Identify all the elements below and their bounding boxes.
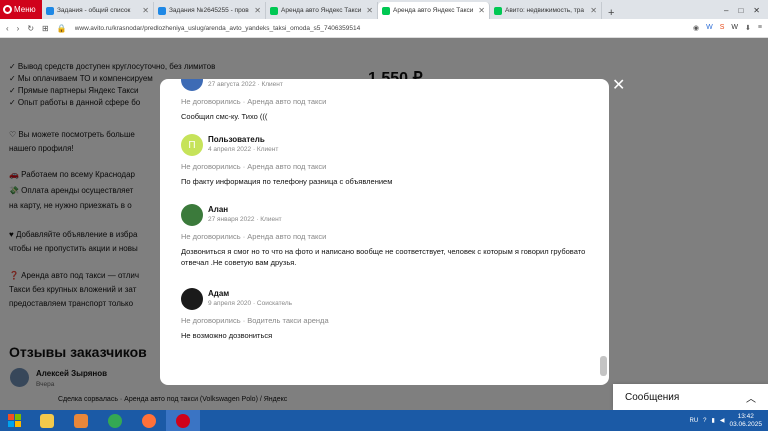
clock[interactable]: 13:42 03.06.2025 xyxy=(729,413,762,429)
review-deal: Не договорились · Аренда авто под такси xyxy=(181,162,327,171)
avatar xyxy=(181,204,203,226)
review-deal: Не договорились · Аренда авто под такси xyxy=(181,232,327,241)
review-meta: 9 апреля 2020 · Соискатель xyxy=(208,300,293,307)
tab-title: Аренда авто Яндекс Такси xyxy=(281,7,362,14)
close-modal-icon[interactable]: ✕ xyxy=(612,75,625,95)
review-text: По факту информация по телефону разница … xyxy=(181,177,393,186)
maximize-icon[interactable]: □ xyxy=(738,6,743,15)
windows-logo-icon xyxy=(8,413,21,427)
chevron-up-icon[interactable]: ︿ xyxy=(746,390,756,405)
download-icon[interactable]: ⬇ xyxy=(745,24,751,32)
avatar xyxy=(181,79,203,91)
review-author[interactable]: Адам xyxy=(208,289,229,298)
avatar: П xyxy=(181,134,203,156)
minimize-icon[interactable]: – xyxy=(724,6,728,15)
tab-title: Аренда авто Яндекс Такси xyxy=(393,7,474,14)
browser-tab[interactable]: Задания - общий список ✕ xyxy=(42,2,154,19)
address-bar: ‹ › ↻ ⊞ 🔒 www.avito.ru/krasnodar/predloz… xyxy=(0,19,768,38)
browser-tab[interactable]: Задания №2645255 - пров ✕ xyxy=(154,2,266,19)
avatar xyxy=(181,288,203,310)
page-content: ✓ Вывод средств доступен круглосуточно, … xyxy=(0,38,768,410)
tab-favicon-icon xyxy=(46,6,54,15)
speed-dial-icon[interactable]: ⊞ xyxy=(42,24,49,33)
reload-icon[interactable]: ↻ xyxy=(27,24,34,33)
extension-w2-icon[interactable]: W xyxy=(731,24,738,32)
modal-scrollbar[interactable] xyxy=(600,79,607,385)
language-indicator[interactable]: RU xyxy=(690,418,699,424)
review-text: Дозвониться я смог но то что на фото и н… xyxy=(181,247,586,268)
forward-icon[interactable]: › xyxy=(17,24,20,33)
review-author[interactable]: Алан xyxy=(208,205,228,214)
close-tab-icon[interactable]: ✕ xyxy=(478,6,485,15)
settings-icon[interactable]: ≡ xyxy=(758,24,762,32)
taskbar-media-icon[interactable] xyxy=(64,410,98,431)
taskbar-opera-icon[interactable] xyxy=(166,410,200,431)
browser-menu-button[interactable]: Меню xyxy=(0,0,42,19)
opera-logo-icon xyxy=(3,5,12,14)
extensions-bar: ◉ W S W ⬇ ≡ xyxy=(693,24,762,32)
new-tab-button[interactable]: + xyxy=(602,7,620,19)
camera-icon[interactable]: ◉ xyxy=(693,24,699,32)
review-deal: Не договорились · Водитель такси аренда xyxy=(181,316,329,325)
help-icon[interactable]: ? xyxy=(703,418,706,424)
tab-favicon-icon xyxy=(382,6,390,15)
start-button[interactable] xyxy=(0,410,30,431)
clock-time: 13:42 xyxy=(737,412,754,420)
menu-label: Меню xyxy=(14,5,36,14)
messages-panel[interactable]: Сообщения ︿ xyxy=(613,384,768,410)
system-tray: RU ? ▮ ◀ 13:42 03.06.2025 xyxy=(690,413,768,429)
browser-tab[interactable]: Авито: недвижимость, тра ✕ xyxy=(490,2,602,19)
review-meta: 4 апреля 2022 · Клиент xyxy=(208,146,279,153)
close-tab-icon[interactable]: ✕ xyxy=(590,6,597,15)
taskbar-firefox-icon[interactable] xyxy=(132,410,166,431)
review-text: Сообщил смс-ку. Тихо ((( xyxy=(181,112,268,121)
windows-taskbar: RU ? ▮ ◀ 13:42 03.06.2025 xyxy=(0,410,768,431)
tab-favicon-icon xyxy=(270,6,278,15)
messages-label: Сообщения xyxy=(625,391,680,403)
review-deal: Не договорились · Аренда авто под такси xyxy=(181,97,327,106)
close-tab-icon[interactable]: ✕ xyxy=(254,6,261,15)
window-controls: – □ ✕ xyxy=(716,6,768,19)
extension-w-icon[interactable]: W xyxy=(706,24,713,32)
scrollbar-thumb[interactable] xyxy=(600,356,607,376)
tab-favicon-icon xyxy=(494,6,502,15)
close-window-icon[interactable]: ✕ xyxy=(753,6,760,15)
volume-icon[interactable]: ◀ xyxy=(720,417,725,424)
url-field[interactable]: www.avito.ru/krasnodar/predlozheniya_usl… xyxy=(75,25,685,32)
review-text: Не возможно дозвониться xyxy=(181,331,273,340)
clock-date: 03.06.2025 xyxy=(729,420,762,428)
taskbar-chrome-icon[interactable] xyxy=(98,410,132,431)
browser-tab-bar: Меню Задания - общий список ✕ Задания №2… xyxy=(0,0,768,19)
close-tab-icon[interactable]: ✕ xyxy=(366,6,373,15)
tab-favicon-icon xyxy=(158,6,166,15)
tab-title: Авито: недвижимость, тра xyxy=(505,7,584,14)
review-meta: 27 января 2022 · Клиент xyxy=(208,216,282,223)
tab-title: Задания №2645255 - пров xyxy=(169,7,249,14)
reviews-modal: 27 августа 2022 · Клиент Не договорились… xyxy=(160,79,609,385)
network-icon[interactable]: ▮ xyxy=(712,417,715,424)
close-tab-icon[interactable]: ✕ xyxy=(142,6,149,15)
taskbar-explorer-icon[interactable] xyxy=(30,410,64,431)
tab-title: Задания - общий список xyxy=(57,7,131,14)
review-author[interactable]: Пользователь xyxy=(208,135,265,144)
extension-s-icon[interactable]: S xyxy=(720,24,725,32)
browser-tab[interactable]: Аренда авто Яндекс Такси ✕ xyxy=(266,2,378,19)
browser-tab-active[interactable]: Аренда авто Яндекс Такси ✕ xyxy=(378,2,490,19)
review-meta: 27 августа 2022 · Клиент xyxy=(208,81,283,88)
back-icon[interactable]: ‹ xyxy=(6,24,9,33)
lock-icon: 🔒 xyxy=(56,23,67,33)
